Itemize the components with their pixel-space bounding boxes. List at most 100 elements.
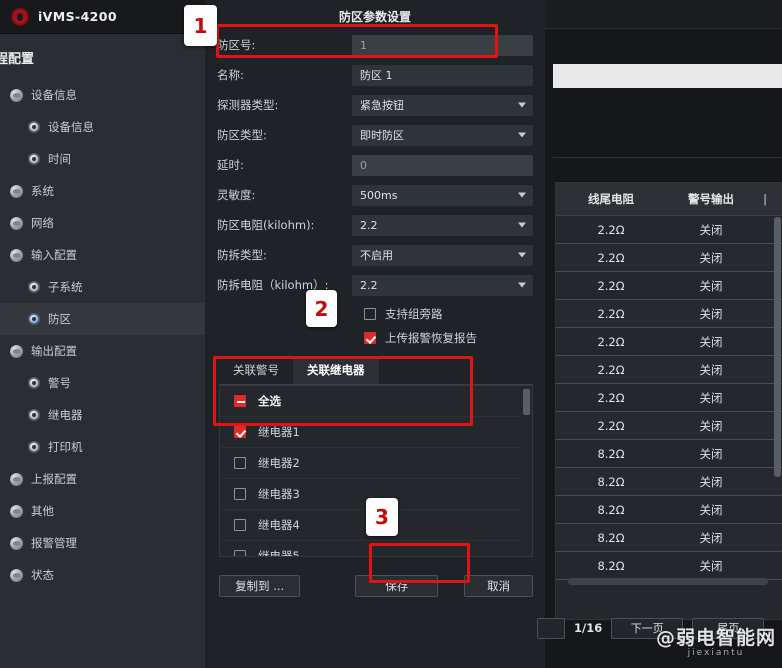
upload-alarm-recovery-checkbox[interactable] — [364, 332, 376, 344]
sidebar-item-device-info-sub[interactable]: 设备信息 — [0, 111, 205, 143]
detector-type-value: 紧急按钮 — [360, 98, 404, 112]
name-input[interactable]: 防区 1 — [352, 64, 533, 86]
relay-3-checkbox[interactable] — [234, 488, 246, 500]
chevron-down-icon — [518, 252, 526, 258]
detector-type-label: 探测器类型: — [217, 98, 279, 112]
column-header-extra: | — [763, 192, 767, 206]
zone-number-label: 防区号: — [217, 38, 256, 52]
gear-icon — [28, 121, 40, 133]
list-item-label: 继电器4 — [258, 518, 300, 532]
zone-type-label: 防区类型: — [217, 128, 267, 142]
list-item-relay-5[interactable]: 继电器5 — [220, 541, 532, 556]
sidebar-item-siren[interactable]: 警号 — [0, 367, 205, 399]
table-row[interactable]: 8.2Ω 关闭 — [556, 440, 782, 468]
table-row[interactable]: 2.2Ω 关闭 — [556, 300, 782, 328]
zone-resistance-value: 2.2 — [360, 218, 378, 232]
tamper-type-label: 防拆类型: — [217, 248, 267, 262]
zone-resistance-select[interactable]: 2.2 — [352, 214, 533, 236]
zone-type-select[interactable]: 即时防区 — [352, 124, 533, 146]
association-tabs: 关联警号 关联继电器 — [219, 358, 533, 385]
sensitivity-select[interactable]: 500ms — [352, 184, 533, 206]
globe-icon — [10, 344, 23, 358]
table-row[interactable]: 2.2Ω 关闭 — [556, 216, 782, 244]
gear-icon — [28, 281, 40, 293]
sidebar-item-label: 报警管理 — [31, 536, 77, 550]
tab-associated-siren[interactable]: 关联警号 — [219, 358, 293, 384]
table-vertical-scrollbar[interactable] — [774, 217, 781, 477]
table-row[interactable]: 2.2Ω 关闭 — [556, 272, 782, 300]
list-item-select-all[interactable]: 全选 — [220, 386, 532, 417]
copy-to-button[interactable]: 复制到 ... — [219, 575, 301, 597]
sidebar-item-subsystem[interactable]: 子系统 — [0, 271, 205, 303]
delay-label: 延时: — [217, 158, 244, 172]
field-row-detector-type: 探测器类型: 紧急按钮 — [217, 92, 533, 118]
gear-icon — [28, 409, 40, 421]
globe-icon — [10, 536, 23, 550]
sidebar-item-system[interactable]: 系统 — [0, 175, 205, 207]
table-row[interactable]: 2.2Ω 关闭 — [556, 356, 782, 384]
cell-eol-resistance: 8.2Ω — [597, 502, 625, 517]
globe-icon — [10, 568, 23, 582]
relay-2-checkbox[interactable] — [234, 457, 246, 469]
table-row[interactable]: 8.2Ω 关闭 — [556, 552, 782, 580]
sidebar-nav: 设备信息 设备信息 时间 系统 网络 输入配置 子系统 防区 输出配置 警号 继… — [0, 77, 205, 591]
cancel-button[interactable]: 取消 — [464, 575, 533, 597]
delay-input[interactable]: 0 — [352, 154, 533, 176]
list-item-relay-1[interactable]: 继电器1 — [220, 417, 532, 448]
sidebar-item-output-config[interactable]: 输出配置 — [0, 335, 205, 367]
sidebar-item-network[interactable]: 网络 — [0, 207, 205, 239]
detector-type-select[interactable]: 紧急按钮 — [352, 94, 533, 116]
table-row[interactable]: 8.2Ω 关闭 — [556, 524, 782, 552]
chevron-down-icon — [518, 132, 526, 138]
sidebar-item-device-info[interactable]: 设备信息 — [0, 79, 205, 111]
prev-page-button[interactable] — [537, 617, 565, 639]
relay-4-checkbox[interactable] — [234, 519, 246, 531]
sidebar-item-label: 其他 — [31, 504, 54, 518]
sensitivity-value: 500ms — [360, 188, 398, 202]
sidebar-item-zone[interactable]: 防区 — [0, 303, 205, 335]
relay-list-scrollbar[interactable] — [522, 387, 531, 555]
zone-parameter-form: 防区号: 1 名称: 防区 1 探测器类型: 紧急按钮 防区类型: 即时防区 延… — [205, 26, 545, 350]
relay-list-scrollbar-thumb[interactable] — [523, 389, 530, 415]
annotation-badge-3: 3 — [366, 498, 398, 536]
table-horizontal-scrollbar[interactable] — [568, 578, 768, 585]
list-item-label: 继电器1 — [258, 425, 300, 439]
checkbox-row-upload-alarm-recovery: 上传报警恢复报告 — [217, 326, 533, 350]
tamper-resistance-value: 2.2 — [360, 278, 378, 292]
globe-icon — [10, 216, 23, 230]
sidebar-item-printer[interactable]: 打印机 — [0, 431, 205, 463]
table-row[interactable]: 2.2Ω 关闭 — [556, 328, 782, 356]
relay-1-checkbox[interactable] — [234, 426, 246, 438]
gear-icon — [28, 153, 40, 165]
right-panel-topbar — [545, 0, 782, 29]
table-row[interactable]: 2.2Ω 关闭 — [556, 244, 782, 272]
dialog-title: 防区参数设置 — [338, 10, 411, 24]
sidebar-item-alarm-management[interactable]: 报警管理 — [0, 527, 205, 559]
table-row[interactable]: 2.2Ω 关闭 — [556, 384, 782, 412]
globe-icon — [10, 88, 23, 102]
table-row[interactable]: 8.2Ω 关闭 — [556, 496, 782, 524]
right-panel-search-bar[interactable] — [553, 64, 782, 88]
tab-associated-relay[interactable]: 关联继电器 — [293, 358, 379, 384]
upload-alarm-recovery-label: 上传报警恢复报告 — [385, 331, 477, 345]
cell-siren-output: 关闭 — [699, 502, 723, 517]
sidebar-section-title: 远程配置 — [0, 52, 35, 67]
table-row[interactable]: 2.2Ω 关闭 — [556, 412, 782, 440]
group-bypass-checkbox[interactable] — [364, 308, 376, 320]
zone-number-input[interactable]: 1 — [352, 34, 533, 56]
sidebar-item-input-config[interactable]: 输入配置 — [0, 239, 205, 271]
select-all-checkbox[interactable] — [234, 395, 246, 407]
globe-icon — [10, 472, 23, 486]
save-button[interactable]: 保存 — [355, 575, 439, 597]
table-row[interactable]: 8.2Ω 关闭 — [556, 468, 782, 496]
sidebar-item-time[interactable]: 时间 — [0, 143, 205, 175]
sidebar-item-status[interactable]: 状态 — [0, 559, 205, 591]
relay-5-checkbox[interactable] — [234, 550, 246, 556]
sidebar-item-relay[interactable]: 继电器 — [0, 399, 205, 431]
sidebar-item-other[interactable]: 其他 — [0, 495, 205, 527]
tamper-resistance-select[interactable]: 2.2 — [352, 274, 533, 296]
sidebar-item-report-config[interactable]: 上报配置 — [0, 463, 205, 495]
field-row-sensitivity: 灵敏度: 500ms — [217, 182, 533, 208]
tamper-type-select[interactable]: 不启用 — [352, 244, 533, 266]
list-item-relay-2[interactable]: 继电器2 — [220, 448, 532, 479]
